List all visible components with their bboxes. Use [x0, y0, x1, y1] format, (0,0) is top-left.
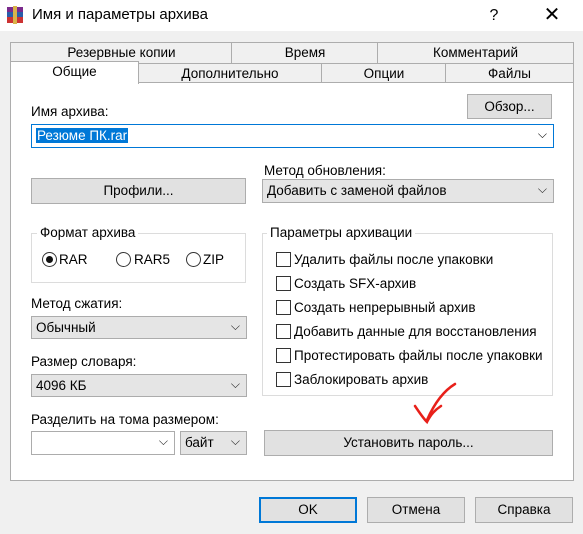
- cancel-button[interactable]: Отмена: [367, 497, 465, 523]
- radio-rar[interactable]: [42, 252, 57, 267]
- tab-label: Общие: [52, 64, 97, 79]
- update-method-label: Метод обновления:: [264, 163, 386, 178]
- chevron-down-icon: ⌵: [230, 434, 240, 448]
- ok-button[interactable]: OK: [259, 497, 357, 523]
- tab-general[interactable]: Общие: [10, 61, 139, 84]
- chevron-down-icon[interactable]: ⌵: [538, 127, 547, 142]
- checkbox-solid-label[interactable]: Создать непрерывный архив: [294, 300, 476, 315]
- tab-label: Время: [284, 45, 326, 60]
- checkbox-delete-after[interactable]: [276, 252, 291, 267]
- dictionary-value: 4096 КБ: [36, 378, 87, 393]
- compression-value: Обычный: [36, 320, 96, 335]
- checkbox-recovery-label[interactable]: Добавить данные для восстановления: [294, 324, 537, 339]
- close-button[interactable]: ✕: [530, 2, 574, 28]
- radio-rar5-label[interactable]: RAR5: [134, 252, 170, 267]
- tab-label: Резервные копии: [67, 45, 176, 60]
- tab-label: Опции: [363, 66, 405, 81]
- tab-advanced[interactable]: Дополнительно: [137, 63, 323, 83]
- checkbox-lock[interactable]: [276, 372, 291, 387]
- checkbox-recovery[interactable]: [276, 324, 291, 339]
- compression-select[interactable]: Обычный ⌵: [31, 316, 247, 339]
- chevron-down-icon: ⌵: [230, 377, 240, 391]
- radio-rar-label[interactable]: RAR: [59, 252, 88, 267]
- tab-options[interactable]: Опции: [321, 63, 447, 83]
- split-unit-select[interactable]: байт ⌵: [180, 431, 247, 455]
- radio-rar5[interactable]: [116, 252, 131, 267]
- annotation-arrow-icon: [405, 380, 465, 430]
- window-title: Имя и параметры архива: [32, 6, 208, 23]
- checkbox-test-label[interactable]: Протестировать файлы после упаковки: [294, 348, 543, 363]
- tab-comment[interactable]: Комментарий: [377, 42, 574, 64]
- tab-label: Комментарий: [432, 45, 519, 60]
- archive-format-title: Формат архива: [37, 225, 139, 240]
- archive-name-input[interactable]: Резюме ПК.rar ⌵: [31, 124, 554, 148]
- title-bar: Имя и параметры архива ? ✕: [0, 0, 583, 31]
- checkbox-solid[interactable]: [276, 300, 291, 315]
- update-method-select[interactable]: Добавить с заменой файлов ⌵: [262, 179, 554, 203]
- help-button[interactable]: Справка: [475, 497, 573, 523]
- tab-time[interactable]: Время: [231, 42, 379, 64]
- split-size-input[interactable]: ⌵: [31, 431, 175, 455]
- profiles-button[interactable]: Профили...: [31, 178, 246, 204]
- checkbox-test[interactable]: [276, 348, 291, 363]
- checkbox-sfx[interactable]: [276, 276, 291, 291]
- browse-button[interactable]: Обзор...: [467, 94, 552, 119]
- tab-label: Файлы: [488, 66, 531, 81]
- split-label: Разделить на тома размером:: [31, 412, 219, 427]
- dictionary-select[interactable]: 4096 КБ ⌵: [31, 374, 247, 397]
- set-password-button[interactable]: Установить пароль...: [264, 430, 553, 456]
- winrar-icon: [6, 6, 24, 24]
- tab-files[interactable]: Файлы: [445, 63, 574, 83]
- split-unit-value: байт: [185, 435, 214, 450]
- radio-zip[interactable]: [186, 252, 201, 267]
- compression-label: Метод сжатия:: [31, 296, 123, 311]
- radio-zip-label[interactable]: ZIP: [203, 252, 224, 267]
- chevron-down-icon: ⌵: [537, 182, 547, 196]
- tab-label: Дополнительно: [181, 66, 279, 81]
- chevron-down-icon: ⌵: [158, 434, 168, 448]
- update-method-value: Добавить с заменой файлов: [267, 183, 447, 198]
- archive-name-value: Резюме ПК.rar: [36, 128, 129, 143]
- checkbox-sfx-label[interactable]: Создать SFX-архив: [294, 276, 416, 291]
- help-title-button[interactable]: ?: [474, 4, 514, 28]
- archive-name-label: Имя архива:: [31, 104, 109, 119]
- checkbox-delete-after-label[interactable]: Удалить файлы после упаковки: [294, 252, 493, 267]
- chevron-down-icon: ⌵: [230, 319, 240, 333]
- radio-selected-dot: [46, 256, 53, 263]
- dictionary-label: Размер словаря:: [31, 354, 137, 369]
- archive-options-title: Параметры архивации: [267, 225, 416, 240]
